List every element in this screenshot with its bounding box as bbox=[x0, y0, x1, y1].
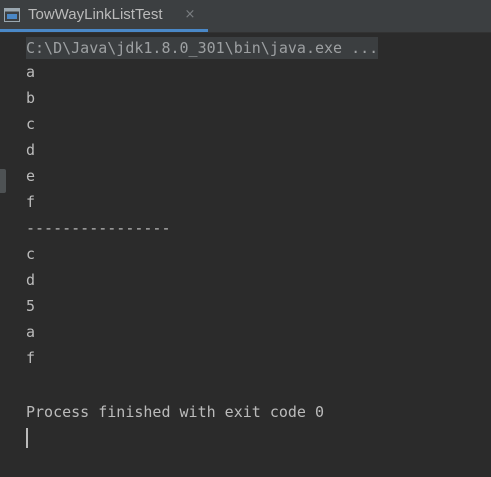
exit-message: Process finished with exit code 0 bbox=[26, 403, 325, 421]
output-line: c bbox=[26, 115, 36, 133]
output-line: b bbox=[26, 89, 36, 107]
separator-line: ---------------- bbox=[26, 219, 171, 237]
tab-title: TowWayLinkListTest bbox=[28, 6, 163, 23]
output-line: d bbox=[26, 271, 36, 289]
output-line: e bbox=[26, 167, 36, 185]
console-icon bbox=[4, 7, 20, 22]
text-caret bbox=[26, 428, 28, 448]
tab-towwaylinklisttest[interactable]: TowWayLinkListTest × bbox=[0, 0, 208, 32]
output-line: f bbox=[26, 349, 36, 367]
console-output[interactable]: C:\D\Java\jdk1.8.0_301\bin\java.exe ... … bbox=[26, 33, 491, 477]
output-line: d bbox=[26, 141, 36, 159]
output-line: a bbox=[26, 63, 36, 81]
output-line: 5 bbox=[26, 297, 36, 315]
output-line: f bbox=[26, 193, 36, 211]
console-gutter bbox=[0, 33, 10, 477]
output-line: c bbox=[26, 245, 36, 263]
close-icon[interactable]: × bbox=[185, 7, 196, 22]
scroll-marker[interactable] bbox=[0, 169, 6, 193]
output-line: a bbox=[26, 323, 36, 341]
command-line[interactable]: C:\D\Java\jdk1.8.0_301\bin\java.exe ... bbox=[26, 37, 378, 59]
run-tab-bar: TowWayLinkListTest × bbox=[0, 0, 491, 33]
